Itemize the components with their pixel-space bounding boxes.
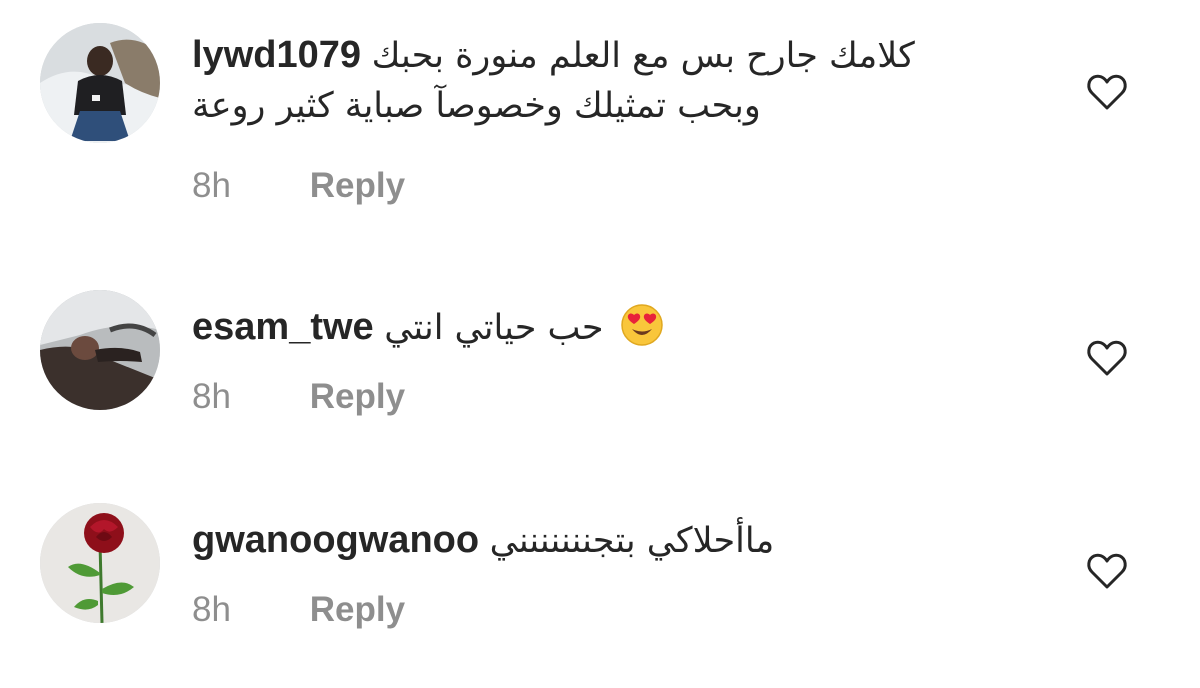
comment-meta: 8h Reply — [192, 590, 405, 630]
username[interactable]: esam_twe — [192, 306, 374, 348]
comment-meta: 8h Reply — [192, 166, 405, 206]
comment-text: حب حياتي انتي — [384, 308, 604, 348]
comment-text: ماأحلاكي بتجننننننني — [489, 521, 775, 561]
avatar-man-in-snow — [40, 23, 160, 143]
comment-text: كلامك جارح بس مع العلم منورة بحبك — [371, 36, 915, 76]
username[interactable]: lywd1079 — [192, 34, 361, 76]
comment-body: gwanoogwanoo ماأحلاكي بتجننننننني — [192, 515, 1052, 566]
comment-text-continued: وبحب تمثيلك وخصوصآ صباية كثير روعة — [192, 86, 761, 126]
reply-button[interactable]: Reply — [310, 377, 405, 416]
comment-meta: 8h Reply — [192, 377, 405, 417]
heart-eyes-emoji — [621, 304, 663, 346]
avatar[interactable] — [40, 23, 160, 143]
username[interactable]: gwanoogwanoo — [192, 519, 479, 561]
heart-outline-icon[interactable] — [1086, 72, 1128, 112]
reply-button[interactable]: Reply — [310, 590, 405, 629]
comment-body: lywd1079 كلامك جارح بس مع العلم منورة بح… — [192, 30, 1052, 131]
avatar-man-driving — [40, 290, 160, 410]
avatar[interactable] — [40, 503, 160, 623]
reply-button[interactable]: Reply — [310, 166, 405, 205]
avatar[interactable] — [40, 290, 160, 410]
timestamp: 8h — [192, 590, 231, 629]
comment-body: esam_twe حب حياتي انتي — [192, 302, 1052, 353]
timestamp: 8h — [192, 166, 231, 205]
timestamp: 8h — [192, 377, 231, 416]
heart-outline-icon[interactable] — [1086, 551, 1128, 591]
avatar-red-rose — [40, 503, 160, 623]
heart-outline-icon[interactable] — [1086, 338, 1128, 378]
